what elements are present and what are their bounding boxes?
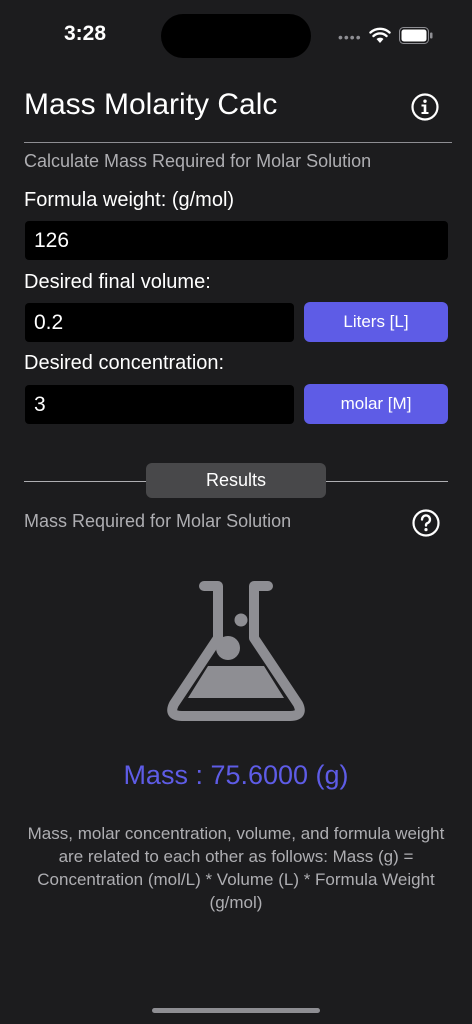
help-icon[interactable] (411, 508, 441, 538)
results-subtitle: Mass Required for Molar Solution (24, 511, 292, 531)
status-time: 3:28 (64, 22, 107, 45)
results-tab: Results (146, 463, 326, 498)
wifi-icon (369, 27, 391, 43)
concentration-unit-button[interactable]: molar [M] (304, 384, 448, 424)
info-icon[interactable] (410, 92, 440, 122)
dynamic-island (161, 14, 311, 58)
mass-result: Mass : 75.6000 (g) (123, 760, 349, 790)
concentration-input[interactable] (25, 385, 294, 424)
volume-unit-button[interactable]: Liters [L] (304, 302, 448, 342)
concentration-label: Desired concentration: (24, 352, 225, 374)
home-indicator (152, 1008, 320, 1013)
signal-dots: •••• (338, 29, 362, 45)
calc-subtitle: Calculate Mass Required for Molar Soluti… (24, 151, 372, 171)
formula-description: Mass, molar concentration, volume, and f… (27, 824, 445, 912)
flask-icon (167, 581, 305, 721)
page-title: Mass Molarity Calc (24, 88, 278, 121)
formula-weight-input[interactable] (25, 221, 448, 260)
formula-weight-label: Formula weight: (g/mol) (24, 189, 235, 211)
battery-icon (399, 27, 433, 44)
header-divider (24, 142, 452, 143)
volume-input[interactable] (25, 303, 294, 342)
volume-label: Desired final volume: (24, 271, 211, 293)
